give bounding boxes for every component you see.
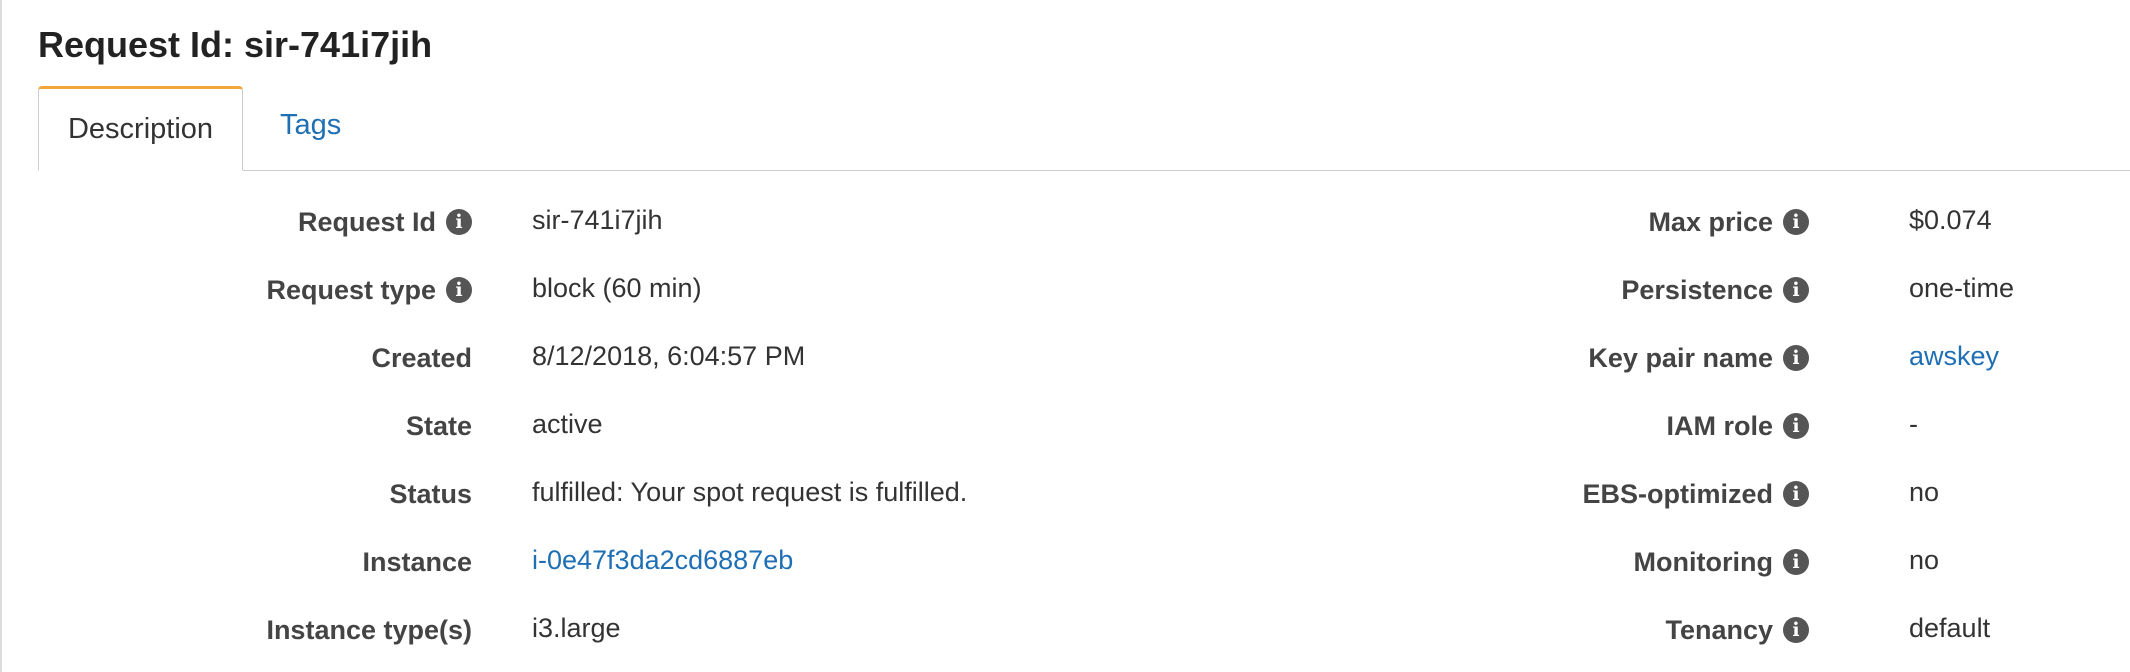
detail-label-text: Persistence	[1621, 275, 1773, 305]
detail-row-tenancy: Tenancy i default	[2, 596, 2130, 664]
detail-value: default	[1909, 613, 1991, 643]
tab-bar: Description Tags	[38, 86, 2130, 171]
info-icon[interactable]: i	[1783, 616, 1809, 643]
detail-label: Key pair name i	[1588, 324, 1809, 392]
detail-label: Persistence i	[1621, 256, 1809, 324]
detail-value: no	[1909, 477, 1940, 507]
info-icon[interactable]: i	[1783, 548, 1809, 575]
detail-row-max-price: Max price i $0.074	[2, 188, 2130, 256]
info-icon[interactable]: i	[1783, 276, 1809, 303]
detail-label: IAM role i	[1666, 392, 1809, 460]
detail-label: EBS-optimized i	[1582, 460, 1809, 528]
detail-label-text: Tenancy	[1665, 615, 1773, 645]
detail-value: -	[1909, 409, 1918, 439]
detail-row-persistence: Persistence i one-time	[2, 256, 2130, 324]
tab-tags[interactable]: Tags	[280, 86, 341, 170]
detail-label-text: IAM role	[1666, 411, 1773, 441]
info-icon[interactable]: i	[1783, 208, 1809, 235]
info-icon[interactable]: i	[1783, 344, 1809, 371]
tab-description[interactable]: Description	[38, 86, 243, 171]
detail-value: $0.074	[1909, 205, 1992, 235]
info-icon[interactable]: i	[1783, 412, 1809, 439]
description-details: Request Id i sir-741i7jih Request type i b…	[2, 170, 2130, 672]
detail-label: Max price i	[1648, 188, 1809, 256]
detail-row-ebs-optimized: EBS-optimized i no	[2, 460, 2130, 528]
detail-value: one-time	[1909, 273, 2015, 303]
detail-label-text: Monitoring	[1633, 547, 1773, 577]
detail-row-monitoring: Monitoring i no	[2, 528, 2130, 596]
detail-label-text: Max price	[1648, 207, 1773, 237]
detail-label: Monitoring i	[1634, 528, 1809, 596]
detail-row-key-pair-name: Key pair name i awskey	[2, 324, 2130, 392]
detail-value: no	[1909, 545, 1940, 575]
detail-label: Tenancy i	[1665, 596, 1809, 664]
page-title: Request Id: sir-741i7jih	[38, 24, 433, 65]
detail-label-text: Key pair name	[1588, 343, 1773, 373]
spot-request-details-panel: Request Id: sir-741i7jih Description Tag…	[0, 0, 2130, 672]
detail-label-text: EBS-optimized	[1582, 479, 1773, 509]
key-pair-link[interactable]: awskey	[1909, 341, 1999, 371]
detail-row-iam-role: IAM role i -	[2, 392, 2130, 460]
detail-value: awskey	[1909, 324, 1999, 392]
info-icon[interactable]: i	[1783, 480, 1809, 507]
